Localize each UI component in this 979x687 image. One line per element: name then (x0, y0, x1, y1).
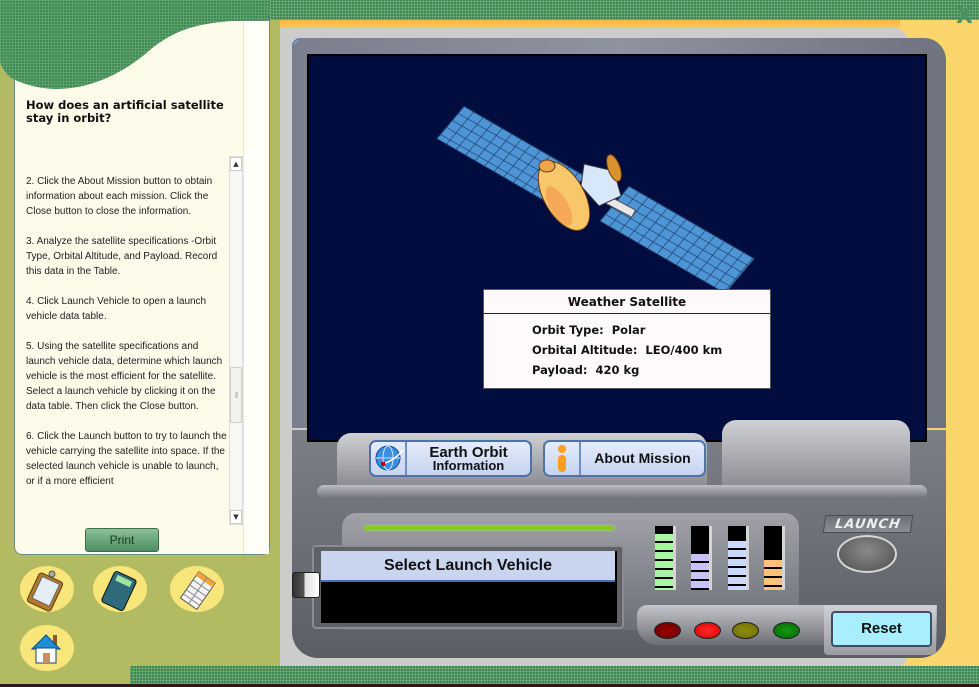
earth-orbit-label-line2: Information (432, 457, 505, 473)
earth-orbit-information-button[interactable]: Earth Orbit Information (369, 440, 532, 477)
globe-icon (371, 442, 407, 475)
instruction-steps[interactable]: 2. Click the About Mission button to obt… (26, 174, 230, 522)
satellite-info-card: Weather Satellite Orbit Type: Polar Orbit… (483, 289, 771, 389)
notes-tool-button[interactable] (20, 566, 74, 612)
spec-value: Polar (611, 323, 646, 337)
print-button[interactable]: Print (85, 528, 159, 552)
indicator-light-green (773, 622, 800, 639)
launch-label: LAUNCH (822, 515, 914, 533)
meter-fill (655, 532, 673, 590)
clipboard-icon (26, 570, 64, 612)
next-mission-deck (722, 420, 910, 486)
step-item: 4. Click Launch Vehicle to open a launch… (26, 296, 207, 322)
step-item: 3. Analyze the satellite specifications … (26, 236, 218, 277)
info-icon (545, 442, 581, 475)
orbit-type-row: Orbit Type: Polar (532, 323, 645, 337)
status-indicator-line (364, 526, 614, 530)
spec-label: Orbital Altitude: (532, 343, 638, 357)
meter-fill (691, 551, 709, 590)
deck-rail (317, 485, 927, 499)
scroll-thumb[interactable] (230, 367, 242, 423)
select-launch-vehicle-button[interactable]: Select Launch Vehicle (321, 551, 615, 582)
scrollbar[interactable]: ▲ ▼ (229, 156, 243, 525)
spec-label: Payload: (532, 363, 588, 377)
scroll-up-button[interactable]: ▲ (230, 157, 242, 171)
panel-strip (243, 21, 269, 554)
calculator-tool-button[interactable] (93, 566, 147, 612)
spec-value: 420 kg (595, 363, 640, 377)
launch-button[interactable] (837, 535, 897, 573)
launch-vehicle-screen: Select Launch Vehicle (321, 551, 617, 623)
olive-strip (270, 20, 280, 680)
earth-orbit-label-line1: Earth Orbit (429, 443, 508, 461)
step-item: 2. Click the About Mission button to obt… (26, 176, 213, 217)
about-mission-label: About Mission (594, 450, 691, 466)
satellite-title: Weather Satellite (484, 290, 770, 314)
close-button[interactable]: X (956, 4, 973, 29)
meter-orange (764, 526, 785, 590)
spec-value: LEO/400 km (645, 343, 723, 357)
reset-button[interactable]: Reset (831, 611, 932, 647)
table-tool-button[interactable] (170, 566, 224, 612)
payload-row: Payload: 420 kg (532, 363, 639, 377)
header-wave (0, 0, 270, 89)
calculator-icon (101, 571, 137, 611)
indicator-light-dark-red (654, 622, 681, 639)
indicator-light-red (694, 622, 721, 639)
instructions-panel: How does an artificial satellite stay in… (14, 20, 270, 555)
scroll-down-button[interactable]: ▼ (230, 510, 242, 524)
meter-fill (764, 558, 782, 590)
launch-vehicle-display: Select Launch Vehicle (312, 545, 624, 629)
meter-fill (728, 538, 746, 590)
simulator-device: Weather Satellite Orbit Type: Polar Orbit… (292, 38, 946, 658)
step-item: 5. Using the satellite specifications an… (26, 341, 223, 412)
question-heading: How does an artificial satellite stay in… (26, 98, 224, 125)
display-screen: Weather Satellite Orbit Type: Polar Orbit… (307, 54, 927, 442)
meter-lavender (691, 526, 712, 590)
home-tool-button[interactable] (20, 625, 74, 671)
about-mission-button[interactable]: About Mission (543, 440, 706, 477)
bottom-band (130, 666, 979, 684)
step-item: 6. Click the Launch button to try to lau… (26, 431, 227, 487)
meter-green (655, 526, 676, 590)
display-handle (292, 572, 320, 598)
indicator-light-olive (732, 622, 759, 639)
earth-orbit-label: Earth Orbit Information (407, 442, 530, 475)
spec-label: Orbit Type: (532, 323, 604, 337)
meter-light-blue (728, 526, 749, 590)
table-icon (179, 571, 216, 611)
orbital-altitude-row: Orbital Altitude: LEO/400 km (532, 343, 722, 357)
home-icon (30, 634, 62, 664)
